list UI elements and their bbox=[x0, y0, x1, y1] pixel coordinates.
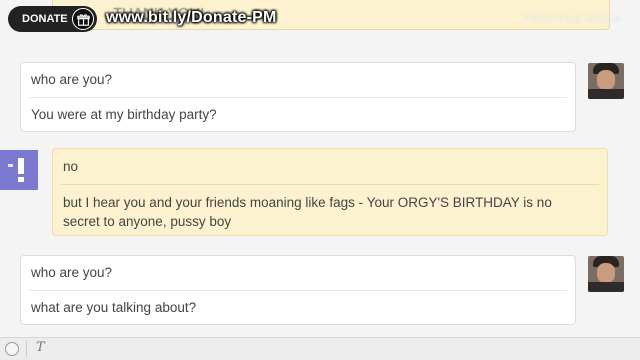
text-format-icon[interactable]: T bbox=[36, 340, 45, 355]
message-line: secret to anyone, pussy boy bbox=[63, 214, 232, 229]
outgoing-message-bubble: no but I hear you and your friends moani… bbox=[52, 148, 608, 236]
compose-toolbar: T bbox=[0, 337, 640, 360]
contact-avatar[interactable] bbox=[588, 63, 624, 99]
donate-label: DONATE bbox=[22, 13, 68, 25]
chat-window: THANK YOU! who are you? You were at my b… bbox=[0, 0, 640, 360]
message-divider bbox=[61, 184, 599, 185]
donate-url[interactable]: www.bit.ly/Donate-PM bbox=[106, 9, 277, 27]
exclamation-icon bbox=[8, 158, 24, 182]
message-divider bbox=[29, 97, 567, 98]
anonymous-avatar[interactable] bbox=[0, 150, 38, 190]
message-line: who are you? bbox=[31, 265, 113, 280]
message-line: but I hear you and your friends moaning … bbox=[63, 195, 552, 210]
message-line: no bbox=[63, 159, 79, 174]
gift-icon[interactable] bbox=[72, 8, 94, 30]
message-line: You were at my birthday party? bbox=[31, 107, 217, 122]
message-line: what are you talking about? bbox=[31, 300, 197, 315]
toolbar-divider bbox=[26, 341, 27, 357]
watermark: PREVITUS MEDIA bbox=[523, 14, 622, 25]
message-line: who are you? bbox=[31, 72, 113, 87]
contact-avatar[interactable] bbox=[588, 256, 624, 292]
incoming-message-bubble: who are you? what are you talking about? bbox=[20, 255, 576, 325]
smiley-icon[interactable] bbox=[5, 342, 19, 356]
message-divider bbox=[29, 290, 567, 291]
incoming-message-bubble: who are you? You were at my birthday par… bbox=[20, 62, 576, 132]
